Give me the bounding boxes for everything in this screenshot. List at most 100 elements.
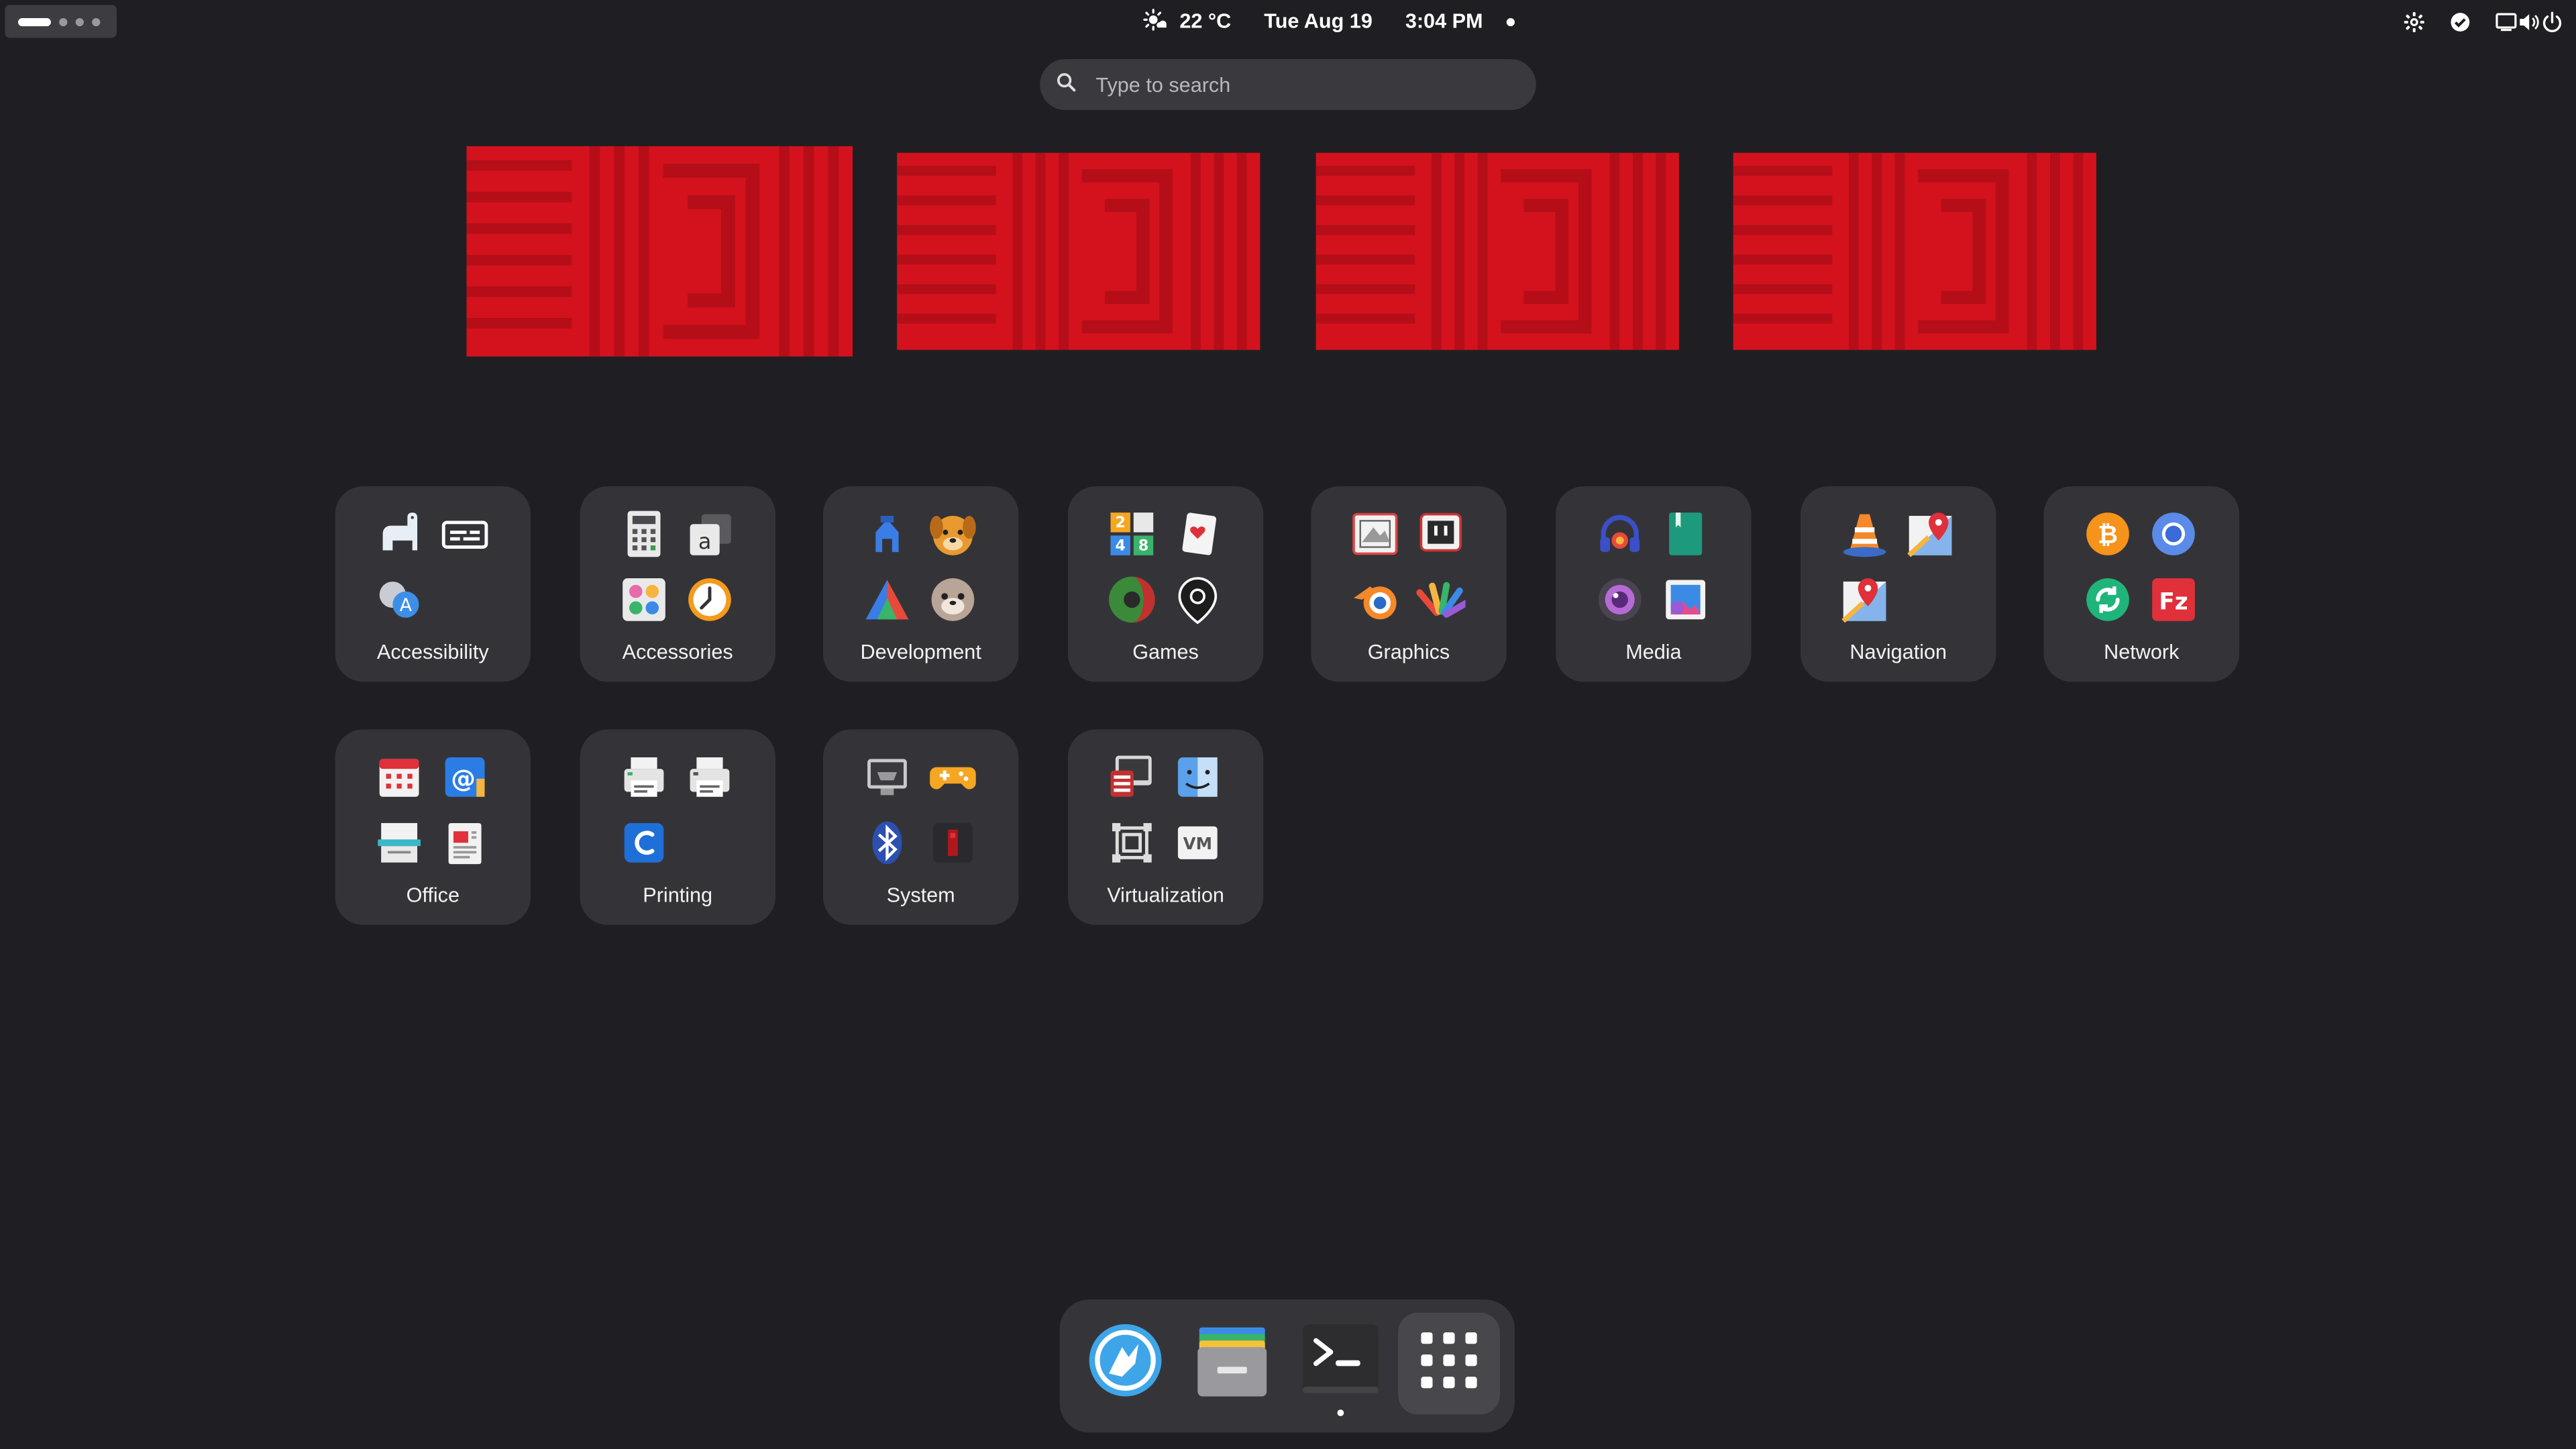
chess-globe-icon [1104,572,1160,627]
network-monitor-icon [859,749,915,805]
container-frame-icon [1104,815,1160,871]
folder-label: Navigation [1849,641,1947,664]
svg-text:₿: ₿ [2098,520,2118,549]
seal-mascot-icon [925,572,981,627]
workspace-indicator [59,17,68,25]
temperature-label: 22 °C [1179,9,1232,33]
workspace-indicator [92,17,101,25]
workspace-thumbnail-3[interactable] [1316,152,1679,350]
svg-text:4: 4 [1116,537,1126,554]
browser-wolf-icon [1086,1320,1165,1407]
search-icon [1057,70,1076,99]
dock-terminal[interactable] [1289,1313,1391,1415]
folder-label: Media [1625,641,1682,664]
clock-button[interactable]: 22 °C Tue Aug 19 3:04 PM [1143,7,1515,36]
traffic-cone-icon [1837,506,1892,561]
ebook-reader-icon [1658,506,1713,561]
settings-gear-icon[interactable] [2402,10,2424,33]
workspace-indicator-active [17,17,51,25]
translate-chat-icon: A [371,572,427,627]
terminal-icon [1301,1320,1381,1407]
power-icon[interactable] [2540,10,2563,33]
volume-icon[interactable] [2517,10,2540,33]
drawing-board-icon [1347,506,1403,561]
folder-label: Accessories [622,641,733,664]
folder-label: Games [1132,641,1199,664]
chromium-icon [2145,506,2201,561]
folder-label: Graphics [1367,641,1450,664]
svg-text:@: @ [451,764,476,793]
folder-office[interactable]: @ Office [335,729,531,925]
check-shield-icon[interactable] [2448,10,2471,33]
folder-system[interactable]: System [822,729,1019,925]
folder-navigation[interactable]: Navigation [1801,486,1996,682]
folder-label: Development [860,641,981,664]
running-indicator [1337,1409,1344,1417]
folder-games[interactable]: 2 48 Games [1067,486,1264,682]
pixel-editor-icon [1413,506,1468,561]
cards-game-icon [1170,506,1226,561]
activities-button[interactable] [5,5,117,38]
workspace-indicator [75,17,84,25]
top-bar: 22 °C Tue Aug 19 3:04 PM [0,0,2576,43]
workspace-thumbnail-1[interactable] [466,146,853,357]
folder-label: Office [406,883,460,907]
svg-text:A: A [400,595,413,616]
notification-dot-icon [1505,17,1515,25]
clock-icon [682,572,737,627]
finder-icon [1170,749,1226,805]
calendar-icon [371,749,427,805]
usb-stick-icon [925,815,981,871]
character-map-icon: a [682,506,737,561]
printer-alt-icon [682,749,737,805]
podcast-headphones-icon [1592,506,1648,561]
folder-accessibility[interactable]: A Accessibility [335,486,531,682]
search-bar[interactable] [1040,59,1536,111]
dock-browser[interactable] [1075,1313,1177,1415]
maze-game-icon [1170,572,1226,627]
maps-pin-alt-icon [1837,572,1892,627]
blender-icon [1347,572,1403,627]
workspace-thumbnail-4[interactable] [1733,152,2096,350]
folder-graphics[interactable]: Graphics [1311,486,1507,682]
builder-icon [859,506,915,561]
system-tray[interactable] [2402,10,2563,33]
mail-client-icon: @ [437,749,492,805]
folder-label: System [886,883,955,907]
virtual-machine-icon [1104,749,1160,805]
screen-icon[interactable] [2494,10,2517,33]
dock-files[interactable] [1181,1313,1283,1415]
folder-development[interactable]: Development [822,486,1019,682]
document-viewer-icon [437,815,492,871]
svg-text:2: 2 [1116,515,1126,531]
2048-game-icon: 2 48 [1104,506,1160,561]
dog-mascot-icon [925,506,981,561]
folder-network[interactable]: ₿ Fz Network [2043,486,2239,682]
sync-icon [2080,572,2135,627]
dock-show-apps[interactable] [1398,1312,1500,1415]
camera-lens-icon [1592,572,1648,627]
gamepad-icon [925,749,981,805]
folder-label: Printing [643,883,713,907]
date-label: Tue Aug 19 [1264,9,1373,33]
vmware-icon: VM [1170,815,1226,871]
folder-accessories[interactable]: a Accessories [580,486,775,682]
file-manager-icon [1191,1318,1273,1409]
folder-printing[interactable]: Printing [580,729,775,925]
time-label: 3:04 PM [1405,9,1483,33]
sun-cloud-icon [1143,7,1168,36]
svg-text:8: 8 [1138,537,1148,554]
search-input[interactable] [1092,71,1494,98]
llama-icon [371,506,427,561]
calculator-icon [616,506,672,561]
workspace-thumbnail-2[interactable] [897,152,1260,350]
maps-pin-icon [1902,506,1958,561]
svg-text:VM: VM [1183,834,1212,853]
svg-text:Fz: Fz [2159,589,2188,616]
image-viewer-icon [1658,572,1713,627]
folder-media[interactable]: Media [1556,486,1752,682]
color-picker-icon [616,572,672,627]
printer-driver-icon [616,815,672,871]
folder-virtualization[interactable]: VM Virtualization [1067,729,1264,925]
desktop-overview: 22 °C Tue Aug 19 3:04 PM Type to search … [0,0,2576,1449]
